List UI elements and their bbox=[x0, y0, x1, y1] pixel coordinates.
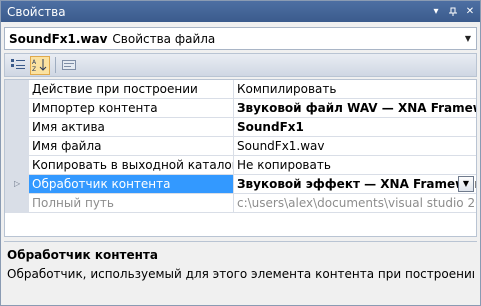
object-name: SoundFx1.wav bbox=[9, 31, 108, 46]
title-bar[interactable]: Свойства ▾ ✕ bbox=[1, 1, 480, 22]
object-selector[interactable]: SoundFx1.wav Свойства файла ▼ bbox=[4, 27, 477, 50]
property-value[interactable]: Не копировать bbox=[234, 156, 476, 175]
property-row[interactable]: Импортер контента Звуковой файл WAV — XN… bbox=[5, 99, 476, 118]
expand-arrow-icon[interactable]: ▷ bbox=[14, 179, 20, 188]
categorized-icon[interactable] bbox=[8, 56, 28, 75]
property-row[interactable]: Имя файла SoundFx1.wav bbox=[5, 137, 476, 156]
property-name: Имя файла bbox=[29, 137, 234, 156]
row-gutter: ▷ bbox=[5, 175, 29, 194]
property-value[interactable]: SoundFx1.wav bbox=[234, 137, 476, 156]
property-row[interactable]: Копировать в выходной каталог Не копиров… bbox=[5, 156, 476, 175]
property-name: Копировать в выходной каталог bbox=[29, 156, 234, 175]
property-row-selected[interactable]: ▷ Обработчик контента Звуковой эффект — … bbox=[5, 175, 476, 194]
description-title: Обработчик контента bbox=[7, 248, 158, 262]
property-value-text: Звуковой эффект — XNA Framework bbox=[237, 177, 476, 191]
chevron-down-icon[interactable]: ▼ bbox=[458, 176, 474, 192]
properties-toolbar: AZ bbox=[4, 53, 477, 77]
svg-text:A: A bbox=[32, 59, 37, 66]
property-pages-icon[interactable] bbox=[59, 56, 79, 75]
property-name: Импортер контента bbox=[29, 99, 234, 118]
close-icon[interactable]: ✕ bbox=[463, 5, 477, 19]
property-name: Действие при построении bbox=[29, 80, 234, 99]
description-text: Обработчик, используемый для этого элеме… bbox=[7, 267, 474, 281]
row-gutter bbox=[5, 99, 29, 118]
chevron-down-icon[interactable]: ▼ bbox=[460, 34, 476, 43]
property-value[interactable]: SoundFx1 bbox=[234, 118, 476, 137]
property-row[interactable]: Действие при построении Компилировать bbox=[5, 80, 476, 99]
property-value: c:\users\alex\documents\visual studio 20… bbox=[234, 194, 476, 213]
property-value-dropdown[interactable]: Звуковой эффект — XNA Framework ▼ bbox=[234, 175, 476, 194]
property-name: Имя актива bbox=[29, 118, 234, 137]
properties-window: Свойства ▾ ✕ SoundFx1.wav Свойства файла… bbox=[0, 0, 481, 306]
svg-text:Z: Z bbox=[32, 66, 36, 72]
description-panel: Обработчик контента Обработчик, использу… bbox=[4, 241, 477, 303]
property-row[interactable]: Имя актива SoundFx1 bbox=[5, 118, 476, 137]
property-value[interactable]: Компилировать bbox=[234, 80, 476, 99]
toolbar-separator bbox=[55, 57, 56, 73]
property-grid: Действие при построении Компилировать Им… bbox=[4, 79, 477, 237]
property-value[interactable]: Звуковой файл WAV — XNA Framework bbox=[234, 99, 476, 118]
chevron-down-icon[interactable]: ▾ bbox=[429, 5, 443, 19]
window-title: Свойства bbox=[7, 4, 66, 19]
alphabetical-icon[interactable]: AZ bbox=[30, 55, 50, 75]
pin-icon[interactable] bbox=[446, 5, 460, 19]
row-gutter bbox=[5, 194, 29, 213]
row-gutter bbox=[5, 80, 29, 99]
row-gutter bbox=[5, 118, 29, 137]
object-type: Свойства файла bbox=[112, 31, 216, 46]
property-name: Полный путь bbox=[29, 194, 234, 213]
property-name: Обработчик контента bbox=[29, 175, 234, 194]
row-gutter bbox=[5, 137, 29, 156]
row-gutter bbox=[5, 156, 29, 175]
property-row-disabled[interactable]: Полный путь c:\users\alex\documents\visu… bbox=[5, 194, 476, 213]
